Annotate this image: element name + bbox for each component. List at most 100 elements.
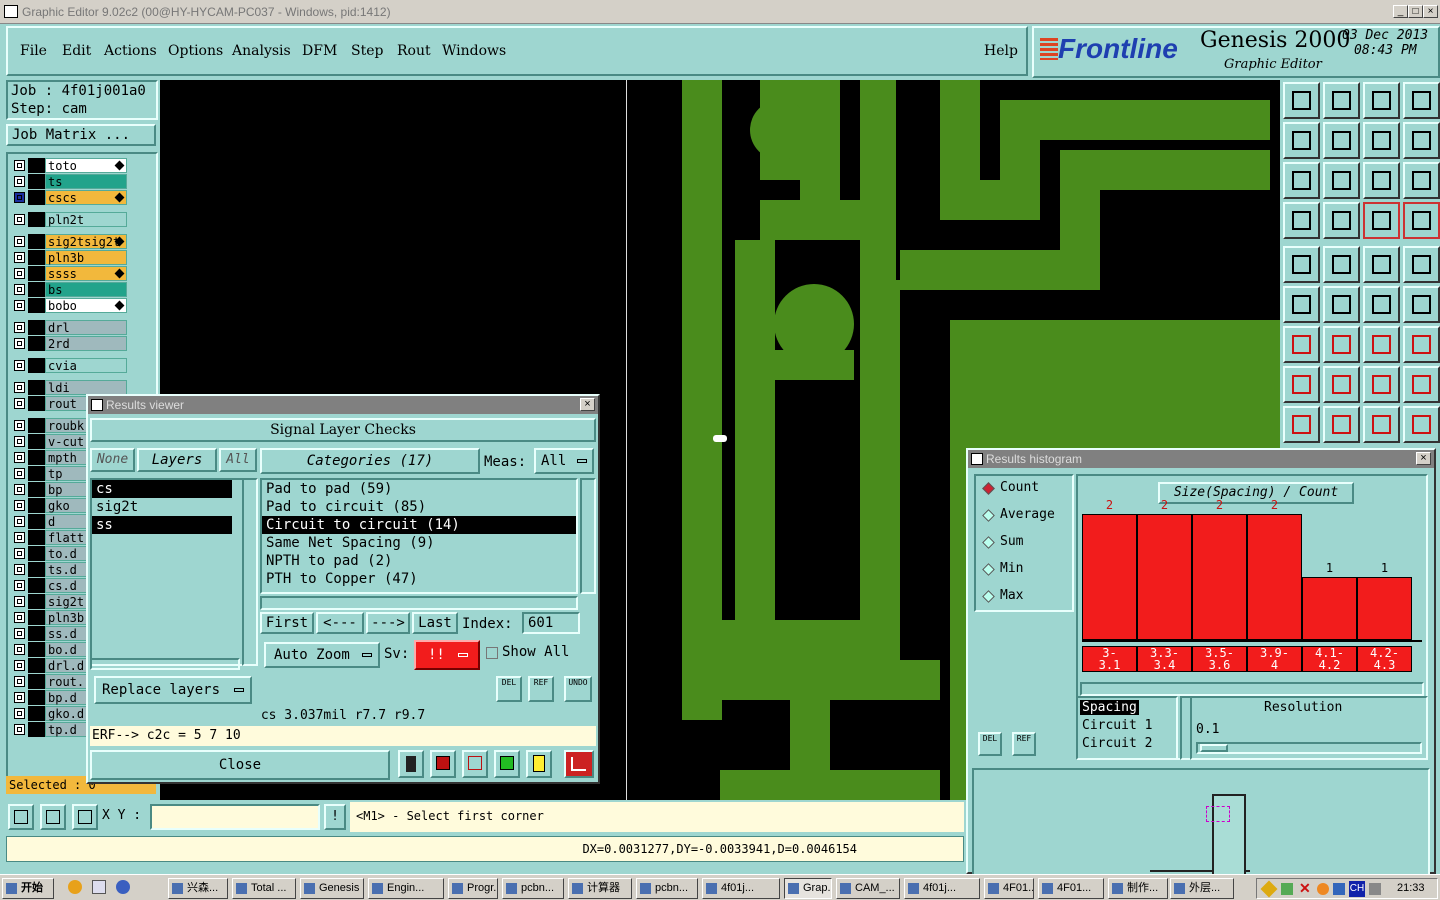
prev-button[interactable]: <--- — [316, 612, 364, 634]
layer-checkbox[interactable] — [14, 596, 25, 607]
slope-icon[interactable] — [1323, 326, 1360, 363]
layer-affected-indicator[interactable] — [28, 266, 45, 281]
option-radio[interactable] — [982, 563, 995, 576]
layer-affected-indicator[interactable] — [28, 594, 45, 609]
histogram-bar[interactable] — [1137, 514, 1192, 640]
layer-affected-indicator[interactable] — [28, 498, 45, 513]
home-icon[interactable] — [1363, 82, 1400, 119]
job-matrix-button[interactable]: Job Matrix ... — [6, 124, 156, 146]
last-button[interactable]: Last — [412, 612, 458, 634]
replace-layers-dropdown[interactable]: Replace layers — [94, 676, 252, 704]
layer-scrollbar[interactable] — [242, 478, 258, 666]
histogram-bar[interactable] — [1082, 514, 1137, 640]
menu-file[interactable]: File — [20, 43, 47, 59]
auto-zoom-dropdown[interactable]: Auto Zoom — [264, 642, 380, 668]
layer-row[interactable]: cvia — [10, 358, 160, 373]
layer-hscroll[interactable] — [90, 658, 240, 670]
layer-row[interactable]: toto — [10, 158, 160, 173]
layer-affected-indicator[interactable] — [28, 690, 45, 705]
layer-checkbox[interactable] — [14, 452, 25, 463]
layer-affected-indicator[interactable] — [28, 212, 45, 227]
histogram-bar[interactable] — [1247, 514, 1302, 640]
layer-row[interactable]: ldi — [10, 380, 160, 395]
layer-affected-indicator[interactable] — [28, 336, 45, 351]
grid-icon[interactable] — [1323, 202, 1360, 239]
layer-affected-indicator[interactable] — [28, 706, 45, 721]
layer-affected-indicator[interactable] — [28, 320, 45, 335]
measure-icon[interactable] — [40, 804, 66, 830]
layer-name[interactable]: cvia — [45, 358, 127, 373]
layer-row[interactable]: pln2t — [10, 212, 160, 227]
layer-checkbox[interactable] — [14, 532, 25, 543]
severity-dropdown[interactable]: !! — [414, 640, 480, 670]
layer-name[interactable]: toto — [45, 158, 127, 173]
category-scrollbar[interactable] — [580, 478, 596, 594]
layer-name[interactable]: 2rd — [45, 336, 127, 351]
layer-row[interactable]: ssss — [10, 266, 160, 281]
grid-icon[interactable] — [72, 804, 98, 830]
layer-affected-indicator[interactable] — [28, 298, 45, 313]
category-item[interactable]: NPTH to pad (2) — [262, 552, 576, 570]
none-button[interactable]: None — [90, 448, 135, 472]
taskbar-item[interactable]: 制作... — [1108, 878, 1168, 899]
xy-input[interactable] — [150, 804, 320, 830]
taskbar-item[interactable]: 计算器 — [568, 878, 632, 899]
window-icon[interactable] — [1403, 82, 1440, 119]
layer-checkbox[interactable] — [14, 564, 25, 575]
angle-icon[interactable] — [1283, 326, 1320, 363]
category-hscroll[interactable] — [260, 596, 578, 610]
layer-affected-indicator[interactable] — [28, 250, 45, 265]
layer-affected-indicator[interactable] — [28, 380, 45, 395]
layer-affected-indicator[interactable] — [28, 642, 45, 657]
layer-row[interactable]: pln3b — [10, 250, 160, 265]
resolution-slider[interactable] — [1196, 742, 1422, 754]
layer-result-item[interactable]: ss — [92, 516, 232, 534]
taskbar-item[interactable]: 兴森... — [168, 878, 228, 899]
layer-checkbox[interactable] — [14, 612, 25, 623]
ruler-icon[interactable] — [1363, 246, 1400, 283]
layer-name[interactable]: pln3b — [45, 250, 127, 265]
line-select-icon[interactable] — [1323, 246, 1360, 283]
bin-label[interactable]: 3.5- 3.6 — [1192, 646, 1247, 672]
layer-name[interactable]: sig2tsig2t — [45, 234, 127, 249]
layer-checkbox[interactable] — [14, 436, 25, 447]
scale-icon[interactable] — [1363, 162, 1400, 199]
meas-dropdown[interactable]: All — [534, 448, 594, 474]
layer-row[interactable]: bobo — [10, 298, 160, 313]
close-button[interactable]: Close — [90, 750, 390, 780]
layer-affected-indicator[interactable] — [28, 358, 45, 373]
layer-checkbox[interactable] — [14, 214, 25, 225]
layer-checkbox[interactable] — [14, 252, 25, 263]
step-repeat-icon[interactable] — [494, 750, 520, 778]
alert-button[interactable]: ! — [324, 804, 346, 830]
hist-ref-button[interactable]: REF — [1012, 732, 1036, 756]
bin-label[interactable]: 3.3- 3.4 — [1137, 646, 1192, 672]
layer-affected-indicator[interactable] — [28, 546, 45, 561]
layer-affected-indicator[interactable] — [28, 434, 45, 449]
open-step-icon[interactable] — [1283, 82, 1320, 119]
layer-row[interactable]: cscs — [10, 190, 160, 205]
tray-icon[interactable] — [1281, 883, 1293, 895]
menu-analysis[interactable]: Analysis — [232, 43, 291, 59]
layer-checkbox[interactable] — [14, 676, 25, 687]
option-count[interactable]: Count — [1000, 480, 1039, 495]
layer-checkbox[interactable] — [14, 192, 25, 203]
layer-result-item[interactable]: sig2t — [92, 498, 232, 516]
menu-step[interactable]: Step — [351, 43, 383, 59]
category-item[interactable]: Circuit to circuit (14) — [262, 516, 576, 534]
category-item[interactable]: PTH to Copper (47) — [262, 570, 576, 588]
histogram-icon[interactable] — [564, 750, 594, 778]
layer-affected-indicator[interactable] — [28, 530, 45, 545]
layer-affected-indicator[interactable] — [28, 234, 45, 249]
zoom-fit-icon[interactable] — [1283, 162, 1320, 199]
layer-checkbox[interactable] — [14, 500, 25, 511]
ref-clear-icon[interactable] — [462, 750, 488, 778]
layer-checkbox[interactable] — [14, 160, 25, 171]
layer-checkbox[interactable] — [14, 580, 25, 591]
layer-checkbox[interactable] — [14, 236, 25, 247]
layer-checkbox[interactable] — [14, 628, 25, 639]
drc-icon[interactable] — [1283, 406, 1320, 443]
menu-rout[interactable]: Rout — [397, 43, 431, 59]
layer-checkbox[interactable] — [14, 284, 25, 295]
taskbar-item[interactable]: 4F01... — [984, 878, 1034, 899]
